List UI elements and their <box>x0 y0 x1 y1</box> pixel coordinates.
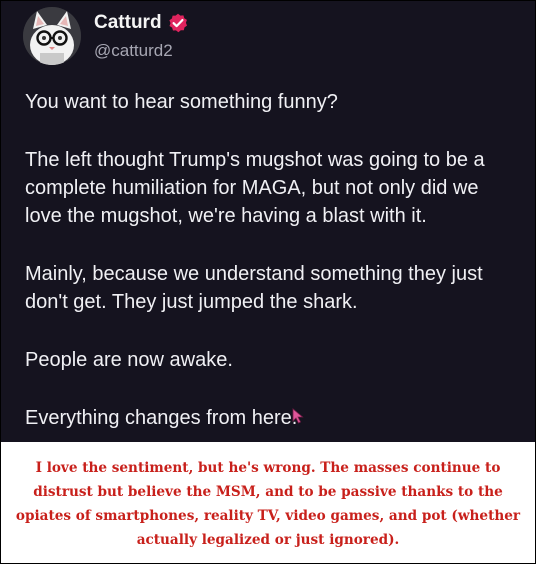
tweet-paragraph: Mainly, because we understand something … <box>25 263 483 313</box>
cat-avatar-icon <box>23 7 81 65</box>
avatar[interactable] <box>23 7 81 65</box>
caption-text: I love the sentiment, but he's wrong. Th… <box>15 460 521 548</box>
screenshot-frame: Catturd @catturd2 You want to hear somet… <box>0 0 536 564</box>
tweet-paragraph: People are now awake. <box>25 349 233 371</box>
verified-badge-icon <box>168 13 188 33</box>
display-name-row[interactable]: Catturd <box>94 12 188 34</box>
display-name[interactable]: Catturd <box>94 12 162 34</box>
tweet-body: You want to hear something funny? The le… <box>25 88 520 432</box>
tweet-paragraph: You want to hear something funny? <box>25 91 338 113</box>
mouse-cursor-icon <box>292 408 304 424</box>
tweet-paragraph: Everything changes from here. <box>25 407 298 429</box>
tweet-paragraph: The left thought Trump's mugshot was goi… <box>25 149 485 227</box>
commentary-caption: I love the sentiment, but he's wrong. Th… <box>1 442 535 563</box>
tweet-card: Catturd @catturd2 You want to hear somet… <box>1 1 535 442</box>
user-handle[interactable]: @catturd2 <box>94 41 173 61</box>
